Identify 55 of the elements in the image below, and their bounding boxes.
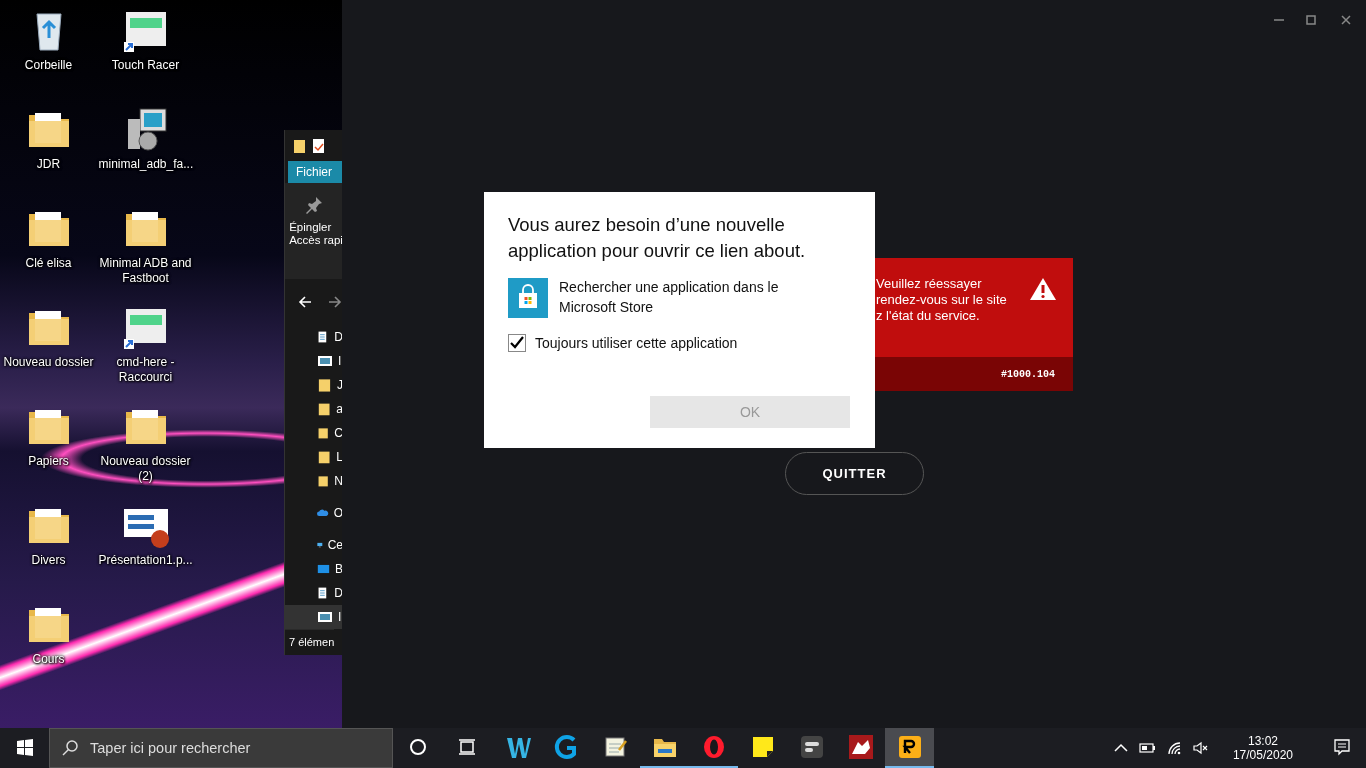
folder-icon	[293, 137, 306, 154]
wifi-icon	[1165, 740, 1182, 756]
task-view-icon	[457, 738, 476, 756]
ribbon-tab[interactable]: Fichier	[288, 161, 342, 183]
desktop-icon-label[interactable]: Touch Racer	[98, 58, 193, 73]
navigation-item[interactable]: Ce	[285, 532, 342, 557]
store-bag-icon	[508, 278, 548, 318]
navigation-item[interactable]: J	[285, 372, 342, 397]
navigation-item[interactable]: C	[285, 420, 342, 445]
notification-icon	[1332, 738, 1351, 756]
desktop-icon-label[interactable]: Corbeille	[1, 58, 96, 73]
desktop-icon-label[interactable]: minimal_adb_fa...	[98, 157, 193, 172]
error-message-line: z l'état du service.	[876, 308, 981, 324]
navigation-item[interactable]: L	[285, 444, 342, 469]
always-use-checkbox[interactable]: Toujours utiliser cette application	[508, 334, 851, 352]
warning-icon	[1029, 276, 1057, 302]
windows-logo-icon	[15, 738, 34, 756]
taskbar-app-button[interactable]	[885, 728, 934, 768]
battery-icon	[1138, 740, 1156, 756]
r-logo-icon	[896, 734, 923, 760]
desktop-icon-label[interactable]: Divers	[1, 553, 96, 568]
store-option-text[interactable]: Rechercher une application dans le Microsoft Store	[559, 277, 819, 317]
muted-speaker-icon	[1191, 740, 1209, 756]
search-field[interactable]: Taper ici pour rechercher	[49, 728, 393, 768]
status-text: 7 élémen	[285, 628, 335, 655]
navigation-item[interactable]: I	[285, 348, 342, 373]
document-check-icon	[312, 137, 325, 154]
navigation-item[interactable]: O	[285, 500, 342, 525]
app-window-icon	[798, 734, 825, 760]
clock[interactable]: 13:02 17/05/2020	[1226, 733, 1299, 763]
desktop-icon-label[interactable]: Présentation1.p...	[98, 553, 193, 568]
pin-icon	[304, 195, 324, 215]
desktop-icon-label[interactable]: Minimal ADB and Fastboot	[98, 256, 193, 286]
desktop-icon-label[interactable]: cmd-here - Raccourci	[98, 355, 193, 385]
error-message-line: rendez-vous sur le site	[876, 292, 1007, 308]
folder-icon	[317, 376, 332, 393]
minimize-icon	[1274, 19, 1284, 21]
navigation-item[interactable]: D	[285, 324, 342, 349]
back-arrow-icon	[297, 293, 313, 310]
maximize-icon	[1303, 12, 1319, 28]
dialog-title: Vous aurez besoin d’une nouvelle application pour ouvrir ce lien about.	[508, 213, 807, 263]
desktop-icon-label[interactable]: JDR	[1, 157, 96, 172]
notepad-icon	[602, 734, 629, 760]
desktop-icon-label[interactable]: Nouveau dossier	[1, 355, 96, 370]
check-mark-icon	[509, 335, 525, 351]
desktop-icon-label[interactable]: Nouveau dossier (2)	[98, 454, 193, 484]
forward-arrow-icon	[327, 293, 342, 310]
navigation-item[interactable]: N	[285, 468, 342, 493]
desktop-icon-label[interactable]: Clé elisa	[1, 256, 96, 271]
navigation-item[interactable]: I	[285, 604, 342, 629]
error-message-line: Veuillez réessayer	[876, 276, 983, 292]
navigation-item[interactable]: D	[285, 580, 342, 605]
navigation-item[interactable]: B	[285, 556, 342, 581]
circle-icon	[408, 738, 427, 756]
error-code: #1000.104	[1001, 368, 1055, 380]
